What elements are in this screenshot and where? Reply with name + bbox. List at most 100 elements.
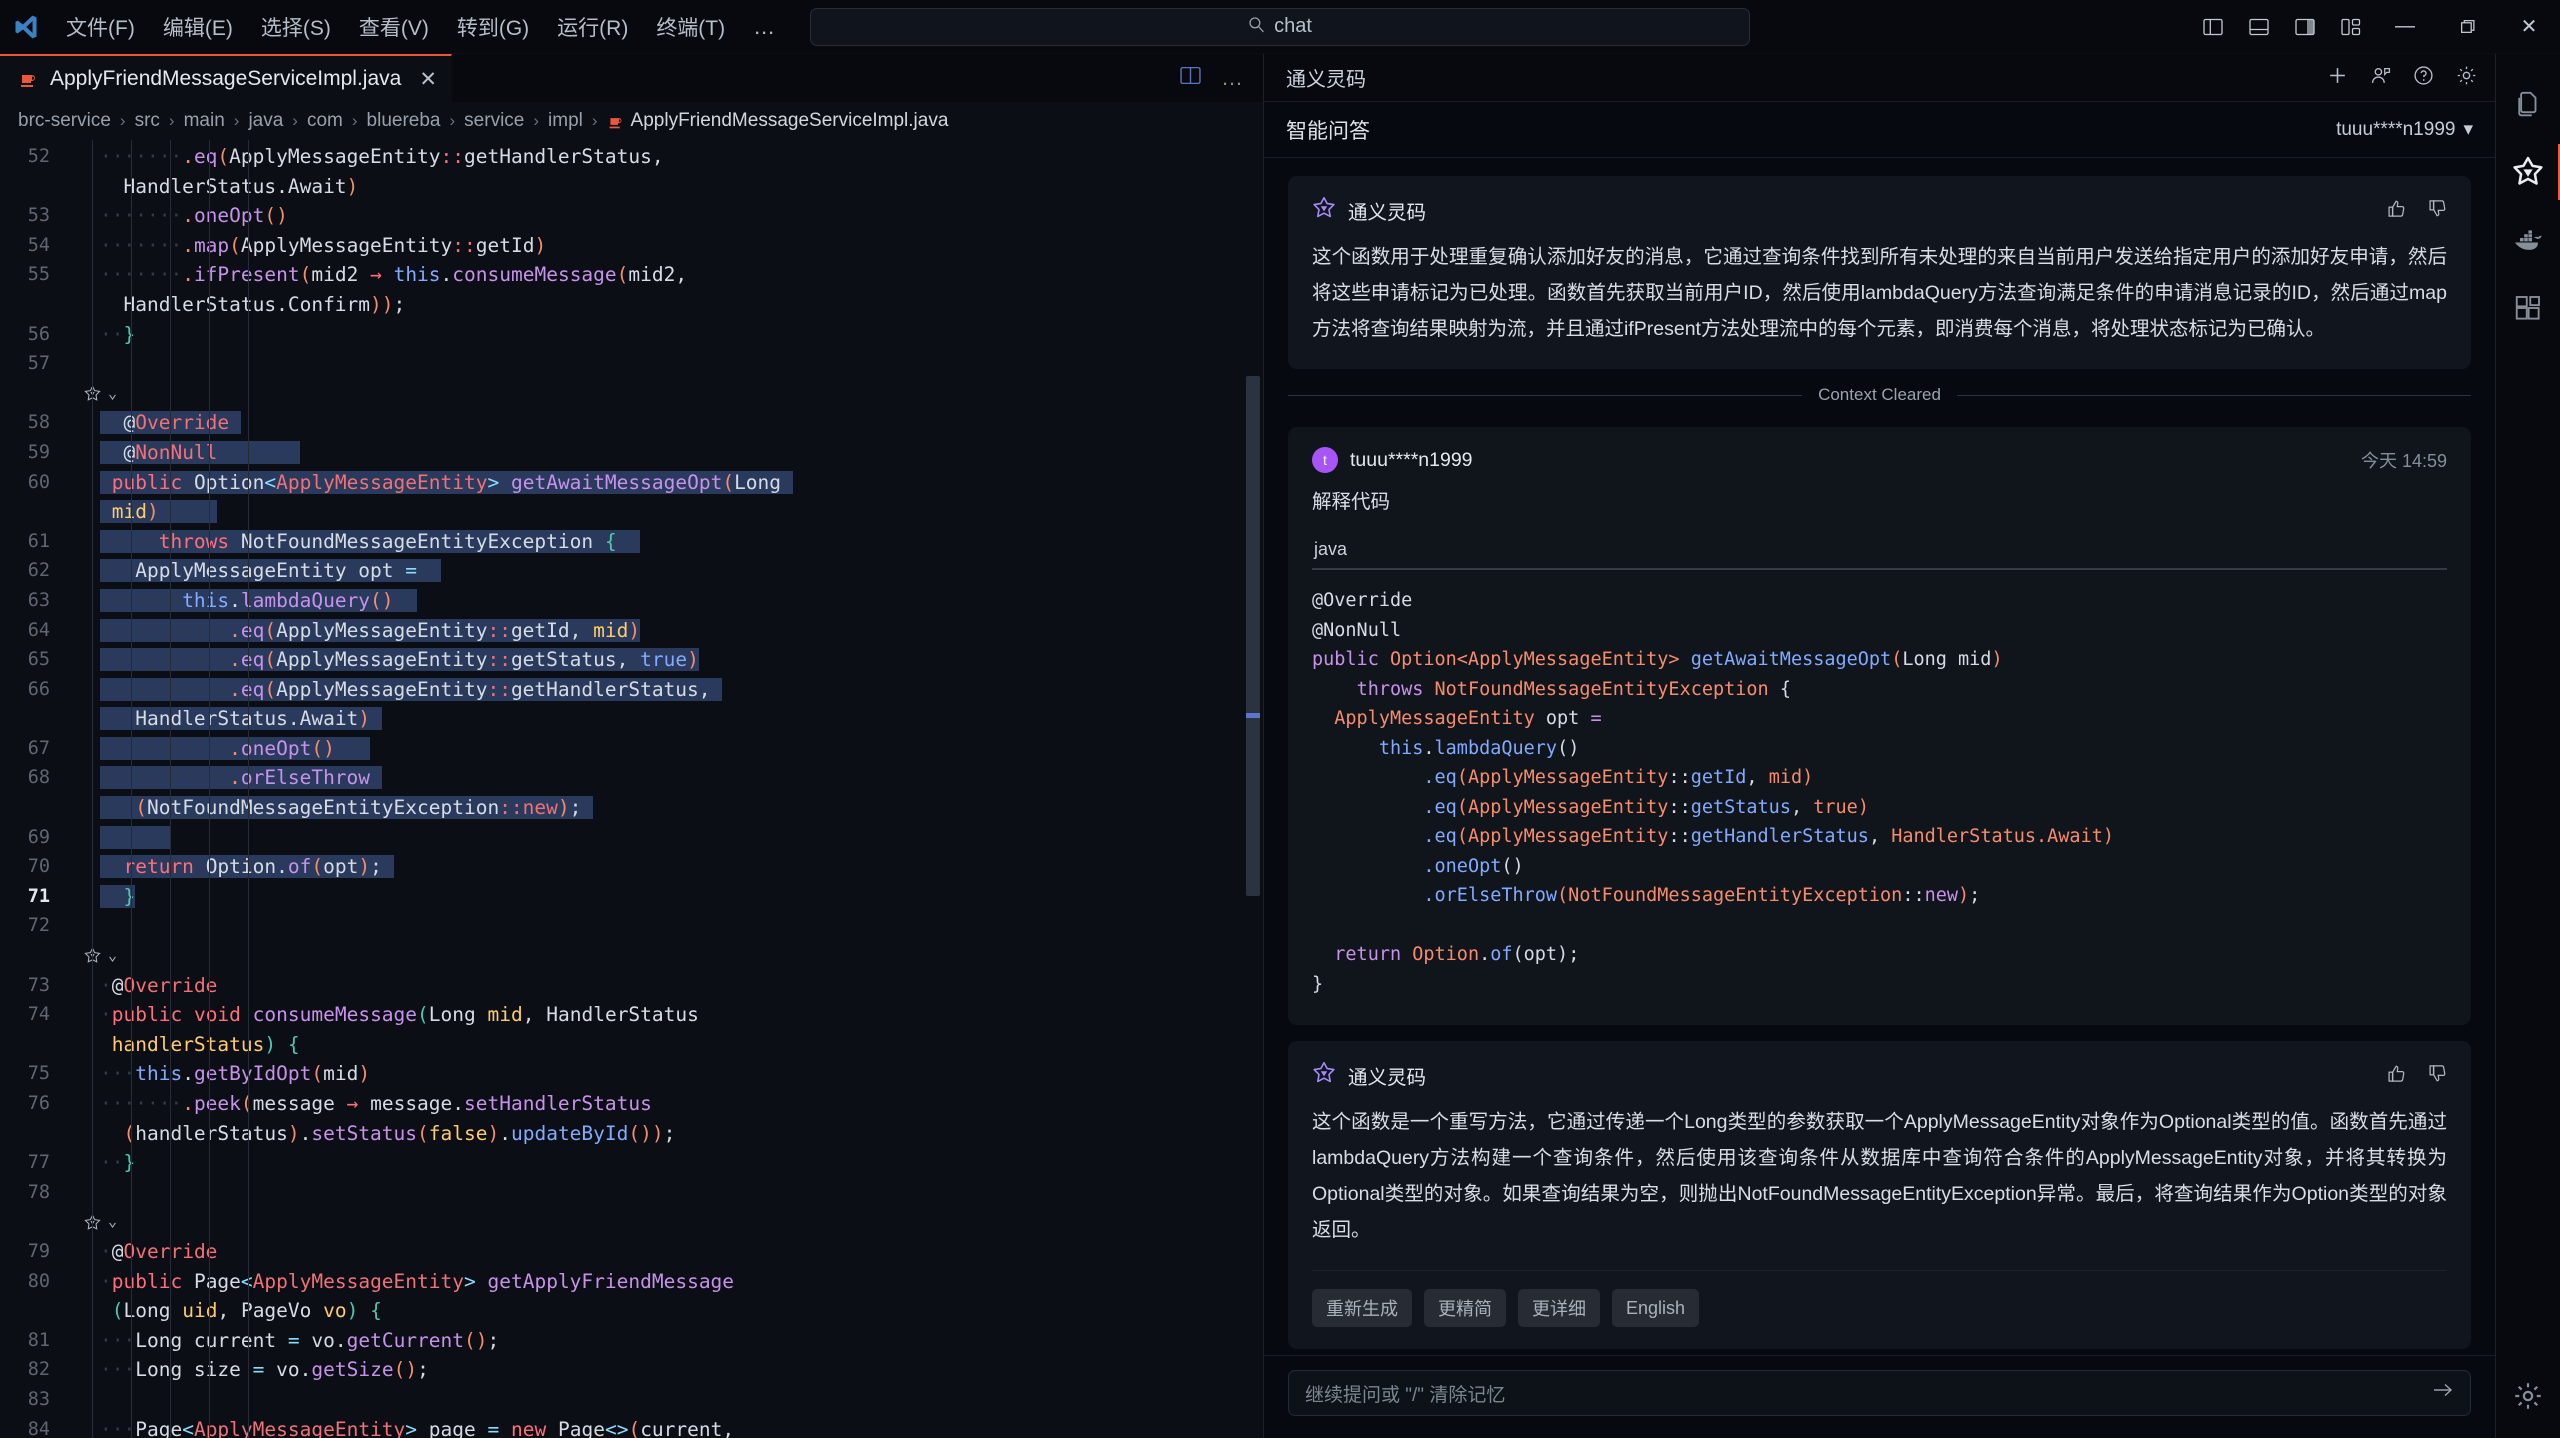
send-arrow-icon[interactable] (2432, 1381, 2454, 1405)
toggle-secondary-sidebar-icon[interactable] (2282, 0, 2328, 54)
breadcrumb-item-0[interactable]: brc-service (18, 110, 111, 132)
code-line: 60 ·public Option<ApplyMessageEntity> get… (27, 470, 793, 524)
breadcrumb-item-2[interactable]: main (184, 110, 225, 132)
code-line: 78 (27, 1181, 50, 1203)
tongyi-lingma-inline-icon[interactable]: ⌄ (84, 1207, 117, 1237)
chat-message-assistant: 通义灵码 这个函数是一个重写方法，它通过传递一个Long类型的参数获取一个App… (1288, 1041, 2471, 1349)
menu-edit[interactable]: 编辑(E) (149, 8, 247, 46)
search-icon (1248, 16, 1265, 38)
help-icon[interactable] (2413, 65, 2434, 91)
code-line: 63 ·······this.lambdaQuery() (0, 586, 1263, 616)
breadcrumb-sep: › (449, 111, 456, 130)
thumbs-down-icon[interactable] (2428, 1064, 2447, 1088)
new-chat-icon[interactable] (2327, 65, 2348, 91)
tongyi-lingma-inline-icon[interactable]: ⌄ (84, 379, 117, 409)
chat-message-list[interactable]: 通义灵码 这个函数用于处理重复确认添加好友的消息，它通过查询条件找到所有未处理的… (1264, 158, 2495, 1355)
chat-message-timestamp: 今天 14:59 (2360, 451, 2447, 471)
code-line: 65 ···········.eq(ApplyMessageEntity::get… (27, 648, 699, 672)
extensions-icon[interactable] (2496, 274, 2560, 342)
window-close-button[interactable]: ✕ (2498, 0, 2560, 54)
menu-view[interactable]: 查看(V) (345, 8, 443, 46)
thumbs-up-icon[interactable] (2387, 199, 2406, 223)
customize-layout-icon[interactable] (2328, 0, 2374, 54)
breadcrumb-item-6[interactable]: service (464, 110, 524, 132)
code-line: 71 ··} (27, 884, 136, 908)
menu-bar: 文件(F) 编辑(E) 选择(S) 查看(V) 转到(G) 运行(R) 终端(T… (52, 8, 791, 46)
thumbs-up-icon[interactable] (2387, 1064, 2406, 1088)
split-editor-icon[interactable] (1180, 66, 1201, 90)
english-button[interactable]: English (1612, 1289, 1700, 1327)
breadcrumb-item-5[interactable]: bluereba (367, 110, 441, 132)
toggle-primary-sidebar-icon[interactable] (2190, 0, 2236, 54)
chat-input-box[interactable]: 继续提问或 "/" 清除记忆 (1288, 1370, 2471, 1416)
code-line: 75 ···this.getByIdOpt(mid) (27, 1062, 371, 1086)
toggle-panel-icon[interactable] (2236, 0, 2282, 54)
code-line: 66 ···········.eq(ApplyMessageEntity::get… (0, 675, 1263, 734)
menu-more-icon[interactable]: … (739, 14, 791, 40)
breadcrumb-item-4[interactable]: com (307, 110, 343, 132)
code-line: 59 ··@NonNull (0, 438, 1263, 468)
avatar: t (1312, 447, 1338, 473)
window-minimize-button[interactable]: — (2374, 0, 2436, 54)
inline-ai-hint-row[interactable]: ⌄ (0, 941, 1263, 971)
code-line: 73·@Override (27, 973, 218, 997)
scrollbar-thumb[interactable] (1246, 376, 1260, 896)
editor-scrollbar[interactable] (1245, 140, 1263, 1438)
settings-gear-icon[interactable] (2456, 65, 2477, 91)
tongyi-lingma-inline-icon[interactable]: ⌄ (84, 941, 117, 971)
code-line: 84 ···Page<ApplyMessageEntity> page = new… (27, 1417, 735, 1438)
java-file-icon (18, 68, 38, 90)
inline-ai-hint-row[interactable]: ⌄ (0, 1207, 1263, 1237)
code-line: 76 ·······.peek(message → message.setHand… (27, 1092, 676, 1145)
more-actions-icon[interactable]: … (1221, 65, 1245, 91)
manage-settings-gear-icon[interactable] (2496, 1370, 2560, 1438)
editor-tab-active[interactable]: ApplyFriendMessageServiceImpl.java ✕ (0, 54, 452, 102)
code-line: 77 ··} (27, 1151, 136, 1175)
chat-message-text: 这个函数是一个重写方法，它通过传递一个Long类型的参数获取一个ApplyMes… (1312, 1111, 2447, 1241)
menu-terminal[interactable]: 终端(T) (642, 8, 739, 46)
menu-file[interactable]: 文件(F) (52, 8, 149, 46)
code-block-language: java (1314, 539, 1348, 559)
code-editor[interactable]: 52 ·······.eq(ApplyMessageEntity::getHand… (0, 140, 1263, 1438)
menu-run[interactable]: 运行(R) (543, 8, 642, 46)
chat-history-icon[interactable] (2370, 65, 2391, 91)
context-cleared-divider: Context Cleared (1288, 385, 2471, 405)
chat-mode-title: 智能问答 (1286, 119, 1370, 143)
docker-icon[interactable] (2496, 206, 2560, 274)
breadcrumb-sep: › (591, 111, 598, 130)
chat-message-header: 通义灵码 (1312, 196, 2447, 225)
regenerate-button[interactable]: 重新生成 (1312, 1289, 1412, 1327)
code-block-content[interactable]: @Override @NonNull public Option<ApplyMe… (1312, 586, 2447, 999)
search-input[interactable]: chat (1274, 15, 1312, 38)
thumbs-down-icon[interactable] (2428, 199, 2447, 223)
window-maximize-button[interactable] (2436, 0, 2498, 54)
code-line: 80 ·public Page<ApplyMessageEntity> getAp… (27, 1269, 735, 1323)
breadcrumb-item-1[interactable]: src (135, 110, 160, 132)
breadcrumb-item-3[interactable]: java (248, 110, 283, 132)
inline-ai-hint-row[interactable]: ⌄ (0, 379, 1263, 409)
workbench: ApplyFriendMessageServiceImpl.java ✕ … b… (0, 54, 2560, 1438)
breadcrumb-sep: › (119, 111, 126, 130)
tongyi-lingma-logo-icon (1312, 1061, 1336, 1090)
code-line: 58 ··@Override (0, 408, 1263, 438)
tongyi-lingma-chat-panel: 通义灵码 智能问答 tuuu****n1999 ▾ 通义灵码 这个函数用于处理重… (1263, 54, 2495, 1438)
breadcrumb-item-7[interactable]: impl (548, 110, 583, 132)
close-icon[interactable]: ✕ (419, 67, 437, 92)
breadcrumb-sep: › (292, 111, 298, 130)
command-center[interactable]: chat (810, 7, 1750, 46)
breadcrumb-item-8[interactable]: ApplyFriendMessageServiceImpl.java (631, 110, 949, 132)
code-line: 61 ·····throws NotFoundMessageEntityExcep… (0, 527, 1263, 557)
chat-account-selector[interactable]: tuuu****n1999 ▾ (2336, 118, 2473, 141)
more-concise-button[interactable]: 更精简 (1424, 1289, 1506, 1327)
explorer-files-icon[interactable] (2496, 70, 2560, 138)
chat-message-author: 通义灵码 (1348, 1067, 1427, 1089)
chat-message-header: 通义灵码 (1312, 1061, 2447, 1090)
menu-selection[interactable]: 选择(S) (247, 8, 345, 46)
search-box[interactable]: chat (810, 7, 1750, 46)
breadcrumb-sep: › (351, 111, 358, 130)
tongyi-lingma-icon[interactable] (2496, 138, 2560, 206)
breadcrumb-sep: › (533, 111, 540, 130)
more-detailed-button[interactable]: 更详细 (1518, 1289, 1600, 1327)
menu-go[interactable]: 转到(G) (443, 8, 543, 46)
code-line: 79·@Override (27, 1239, 218, 1263)
